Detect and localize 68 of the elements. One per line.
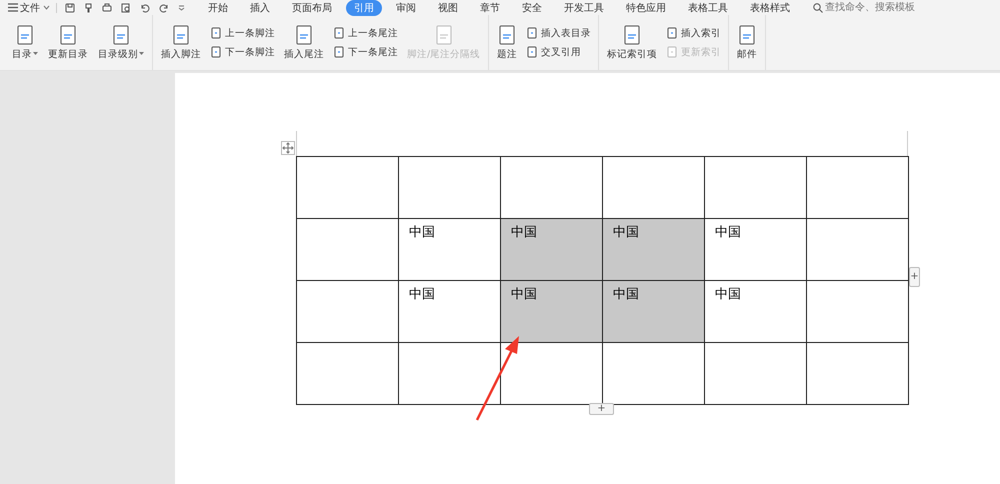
cell-text: 中国: [409, 224, 435, 241]
document-icon: [666, 46, 678, 58]
cell-text: 中国: [613, 224, 639, 241]
document-icon: [434, 24, 453, 44]
document-icon: [623, 24, 642, 44]
document-icon: [112, 24, 130, 44]
cell-text: 中国: [511, 286, 537, 303]
document-icon: [59, 24, 77, 44]
ribbon-button[interactable]: 上一条脚注: [208, 26, 277, 40]
document-icon: [295, 24, 313, 44]
document-icon: [16, 24, 34, 44]
ribbon-button[interactable]: 插入尾注: [281, 22, 327, 62]
ribbon-button[interactable]: 标记索引项: [604, 22, 660, 62]
cell-text: 中国: [613, 286, 639, 303]
undo-icon[interactable]: [140, 2, 150, 12]
cell-text: 中国: [511, 224, 537, 241]
caret-icon: [33, 52, 38, 56]
paint-brush-icon[interactable]: [84, 2, 93, 12]
caret-icon: [43, 5, 50, 10]
document-icon: [172, 24, 190, 44]
menu-icon[interactable]: [8, 3, 18, 12]
ribbon-button[interactable]: 插入表目录: [524, 26, 594, 40]
cell-text: 中国: [409, 286, 435, 303]
document-icon: [526, 46, 538, 58]
ribbon-tab[interactable]: 特色应用: [618, 0, 674, 16]
print-icon[interactable]: [102, 2, 112, 12]
document-icon: [333, 27, 345, 39]
ribbon-tab[interactable]: 审阅: [388, 0, 424, 16]
document-icon: [666, 27, 678, 39]
ribbon-tab[interactable]: 页面布局: [284, 0, 340, 16]
ribbon-tab[interactable]: 章节: [472, 0, 508, 16]
move-handle-icon[interactable]: [281, 141, 295, 155]
ribbon-button[interactable]: 目录: [9, 22, 41, 62]
add-row-button[interactable]: +: [589, 403, 614, 415]
ribbon-button[interactable]: 更新目录: [45, 22, 91, 62]
cell-text: 中国: [715, 286, 741, 303]
file-menu[interactable]: 文件: [18, 0, 56, 14]
ribbon-button[interactable]: 下一条尾注: [331, 46, 400, 58]
ribbon-tab[interactable]: 表格工具: [680, 0, 736, 16]
search-icon: [813, 2, 823, 12]
ribbon-tab[interactable]: 插入: [242, 0, 278, 16]
ribbon-tab[interactable]: 安全: [514, 0, 550, 16]
document-icon: [498, 24, 516, 44]
ribbon-button[interactable]: 目录级别: [95, 22, 147, 62]
caret-icon: [139, 52, 144, 56]
ribbon-button[interactable]: 插入脚注: [158, 22, 204, 62]
ribbon-tab[interactable]: 表格样式: [742, 0, 798, 16]
dropdown-icon[interactable]: [178, 4, 185, 10]
add-column-button[interactable]: +: [909, 267, 920, 287]
cell-text: 中国: [715, 224, 741, 241]
ribbon-button[interactable]: 插入索引: [664, 26, 724, 40]
ribbon-button[interactable]: 题注: [494, 22, 520, 62]
document-icon: [333, 46, 345, 58]
ribbon-button[interactable]: 上一条尾注: [331, 26, 400, 40]
ribbon-button[interactable]: 交叉引用: [524, 46, 594, 58]
ribbon-tab[interactable]: 视图: [430, 0, 466, 16]
ribbon-button[interactable]: 下一条脚注: [208, 46, 277, 58]
ribbon-button[interactable]: 邮件: [734, 22, 760, 62]
save-icon[interactable]: [65, 2, 75, 12]
ribbon-tab[interactable]: 开发工具: [556, 0, 612, 16]
redo-icon[interactable]: [159, 2, 169, 12]
document-icon: [210, 46, 222, 58]
document-icon: [526, 27, 538, 39]
print-preview-icon[interactable]: [121, 2, 131, 12]
search-field[interactable]: 查找命令、搜索模板: [825, 2, 935, 13]
ribbon-tab[interactable]: 开始: [200, 0, 236, 16]
document-icon: [210, 27, 222, 39]
document-icon: [738, 24, 756, 44]
